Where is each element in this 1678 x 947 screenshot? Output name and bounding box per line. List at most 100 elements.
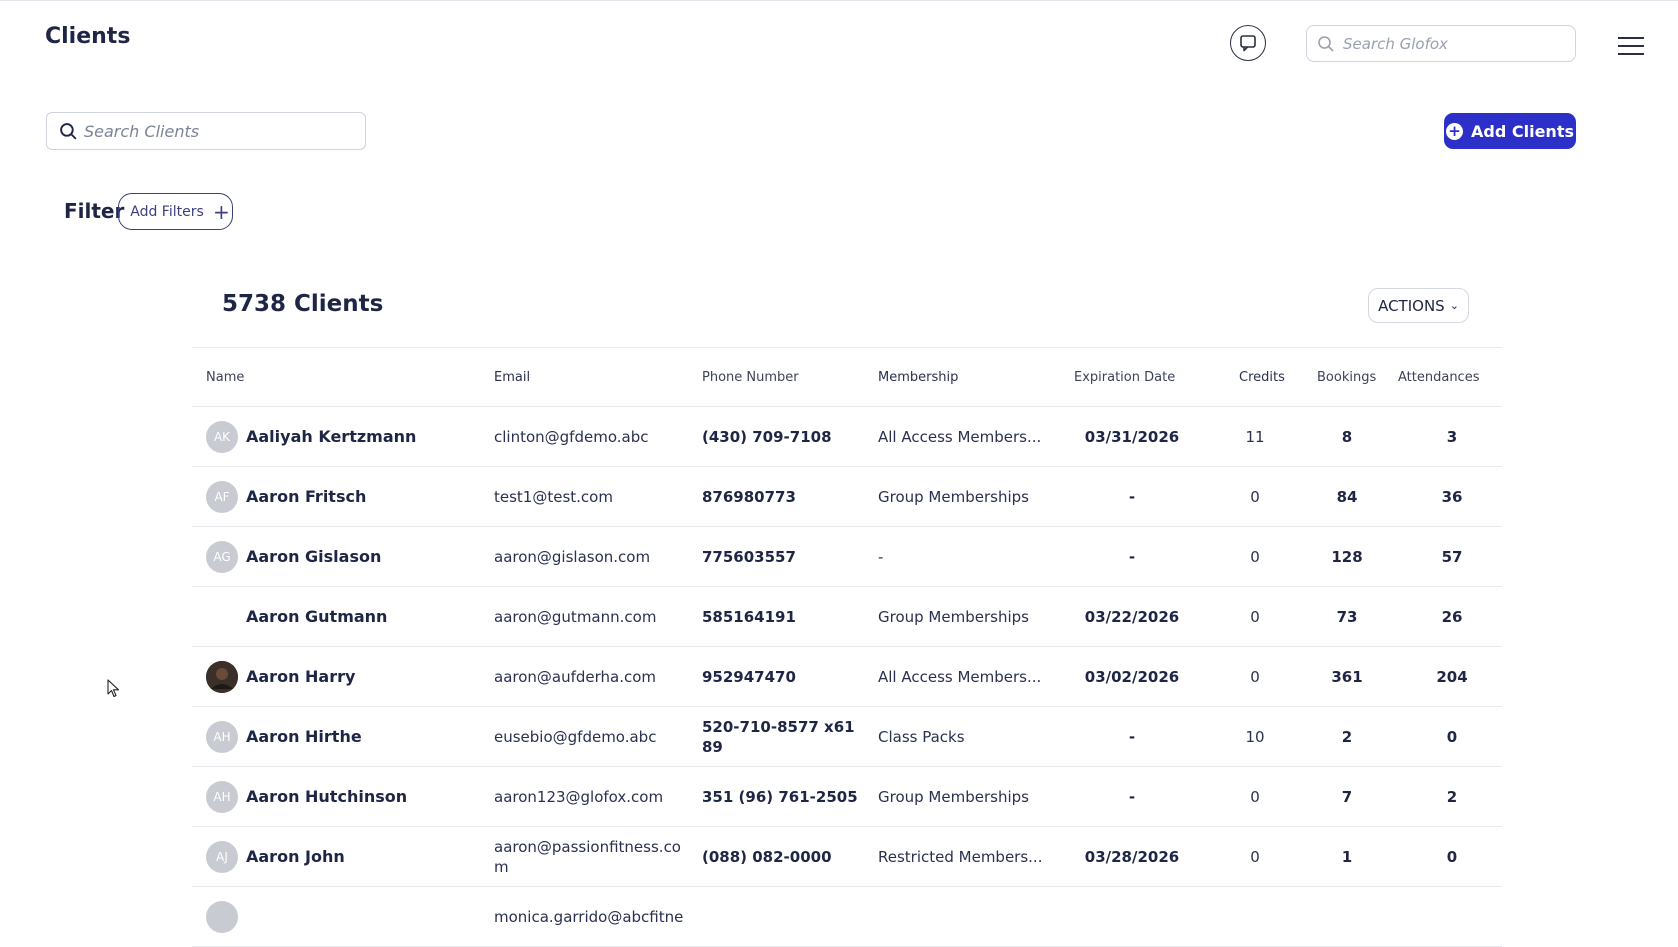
credits-cell: 0 [1250, 487, 1260, 506]
column-header-expiration[interactable]: Expiration Date [1074, 348, 1218, 406]
column-header-email[interactable]: Email [494, 348, 684, 406]
bookings-cell: 7 [1341, 787, 1353, 806]
name-cell[interactable]: AH Aaron Hutchinson [206, 767, 476, 826]
avatar [206, 600, 238, 633]
phone-cell: 585164191 [702, 607, 796, 626]
avatar: AH [206, 720, 238, 753]
expiration-cell: - [1128, 487, 1136, 506]
avatar [206, 660, 238, 693]
client-search[interactable] [46, 112, 366, 150]
name-cell[interactable]: AK Aaliyah Kertzmann [206, 407, 476, 466]
chevron-down-icon: ⌄ [1449, 299, 1459, 312]
plus-circle-icon: + [1446, 122, 1463, 140]
client-name[interactable]: Aaron Fritsch [246, 487, 366, 506]
column-header-bookings[interactable]: Bookings [1317, 348, 1387, 406]
phone-cell: 520-710-8577 x6189 [702, 717, 855, 756]
attendances-cell: 204 [1436, 667, 1468, 686]
avatar: AH [206, 780, 238, 813]
column-header-name[interactable]: Name [206, 348, 476, 406]
avatar: AJ [206, 840, 238, 873]
bookings-cell: 73 [1336, 607, 1358, 626]
plus-icon: + [213, 199, 230, 224]
client-name[interactable]: Aaron Gutmann [246, 607, 387, 626]
attendances-cell: 57 [1441, 547, 1463, 566]
membership-cell: Class Packs [878, 727, 965, 746]
table-row[interactable]: AG Aaron Gislason aaron@gislason.com 775603… [192, 527, 1502, 587]
credits-cell: 0 [1250, 847, 1260, 866]
top-divider [0, 0, 1678, 1]
bookings-cell: 2 [1341, 727, 1353, 746]
name-cell[interactable]: AG Aaron Gislason [206, 527, 476, 586]
column-header-membership[interactable]: Membership [878, 348, 1058, 406]
membership-cell: Group Memberships [878, 607, 1029, 626]
avatar: AF [206, 480, 238, 513]
email-cell: aaron@gislason.com [494, 547, 651, 566]
column-header-attendances[interactable]: Attendances [1398, 348, 1498, 406]
name-cell[interactable]: AH Aaron Hirthe [206, 707, 476, 766]
table-row[interactable]: AF Aaron Fritsch test1@test.com 876980773 Gr… [192, 467, 1502, 527]
chat-button[interactable] [1230, 25, 1266, 61]
name-cell[interactable]: AF Aaron Fritsch [206, 467, 476, 526]
client-name[interactable]: Aaron Hirthe [246, 727, 362, 746]
membership-cell: - [878, 547, 884, 566]
actions-dropdown[interactable]: ACTIONS ⌄ [1368, 288, 1469, 323]
client-search-input[interactable] [84, 121, 354, 141]
table-row[interactable]: Aaron Harry aaron@aufderha.com 952947470 Al… [192, 647, 1502, 707]
expiration-cell: 03/02/2026 [1084, 667, 1180, 686]
add-clients-label: Add Clients [1471, 121, 1574, 141]
bookings-cell: 84 [1336, 487, 1358, 506]
credits-cell: 0 [1250, 667, 1260, 686]
table-row[interactable]: Aaron Gutmann aaron@gutmann.com 585164191 G… [192, 587, 1502, 647]
attendances-cell [1402, 887, 1502, 946]
email-cell: monica.garrido@abcfitne [494, 907, 684, 926]
membership-cell [878, 887, 1058, 946]
table-row[interactable]: AJ Aaron John aaron@passionfitness.com (088… [192, 827, 1502, 887]
attendances-cell: 3 [1446, 427, 1458, 446]
global-search-input[interactable] [1343, 34, 1563, 53]
attendances-cell: 36 [1441, 487, 1463, 506]
phone-cell: 952947470 [702, 667, 796, 686]
client-name[interactable]: Aaliyah Kertzmann [246, 427, 416, 446]
membership-cell: All Access Members... [878, 667, 1042, 686]
global-search[interactable] [1306, 25, 1576, 62]
phone-cell: 775603557 [702, 547, 796, 566]
credits-cell: 0 [1250, 787, 1260, 806]
email-cell: test1@test.com [494, 487, 613, 506]
email-cell: aaron@gutmann.com [494, 607, 657, 626]
column-header-credits[interactable]: Credits [1239, 348, 1297, 406]
add-filters-button[interactable]: Add Filters + [118, 193, 233, 230]
credits-cell: 0 [1250, 607, 1260, 626]
client-count: 5738 Clients [222, 291, 384, 317]
menu-icon[interactable] [1618, 37, 1644, 57]
bookings-cell [1312, 887, 1382, 946]
client-name[interactable]: Aaron Gislason [246, 547, 381, 566]
expiration-cell: 03/31/2026 [1084, 427, 1180, 446]
client-name[interactable]: Aaron Harry [246, 667, 355, 686]
name-cell[interactable] [206, 887, 476, 946]
table-row[interactable]: AK Aaliyah Kertzmann clinton@gfdemo.abc (43… [192, 407, 1502, 467]
column-header-phone[interactable]: Phone Number [702, 348, 862, 406]
client-name[interactable]: Aaron Hutchinson [246, 787, 407, 806]
table-row[interactable]: AH Aaron Hirthe eusebio@gfdemo.abc 520-710-… [192, 707, 1502, 767]
expiration-cell: - [1128, 727, 1136, 746]
phone-cell: 876980773 [702, 487, 796, 506]
add-clients-button[interactable]: + Add Clients [1444, 113, 1576, 149]
credits-cell: 11 [1245, 427, 1265, 446]
avatar: AK [206, 420, 238, 453]
email-cell: eusebio@gfdemo.abc [494, 727, 657, 746]
expiration-cell: - [1128, 547, 1136, 566]
bookings-cell: 8 [1341, 427, 1353, 446]
name-cell[interactable]: Aaron Harry [206, 647, 476, 706]
expiration-cell: - [1128, 787, 1136, 806]
attendances-cell: 26 [1441, 607, 1463, 626]
name-cell[interactable]: AJ Aaron John [206, 827, 476, 886]
expiration-cell: 03/28/2026 [1084, 847, 1180, 866]
table-row[interactable]: AH Aaron Hutchinson aaron123@glofox.com 351… [192, 767, 1502, 827]
membership-cell: Group Memberships [878, 487, 1029, 506]
expiration-cell: 03/22/2026 [1084, 607, 1180, 626]
phone-cell: (430) 709-7108 [702, 427, 832, 446]
table-row[interactable]: monica.garrido@abcfitne [192, 887, 1502, 947]
name-cell[interactable]: Aaron Gutmann [206, 587, 476, 646]
phone-cell: (088) 082-0000 [702, 847, 832, 866]
client-name[interactable]: Aaron John [246, 847, 345, 866]
